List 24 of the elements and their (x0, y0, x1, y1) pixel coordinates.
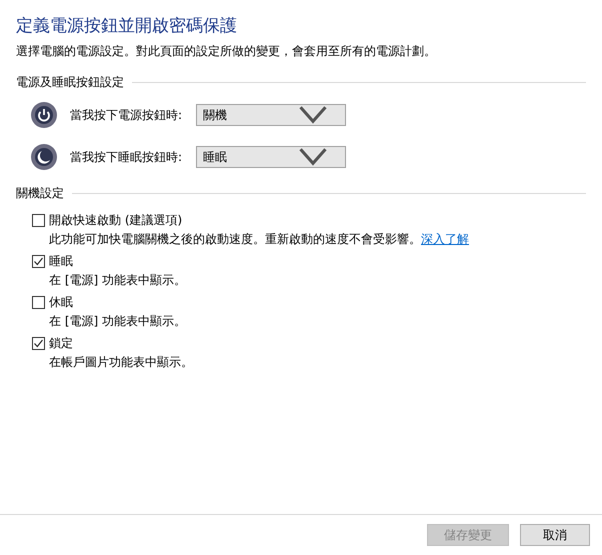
checkbox[interactable] (32, 296, 45, 309)
checkbox[interactable] (32, 214, 45, 227)
page-description: 選擇電腦的電源設定。對此頁面的設定所做的變更，會套用至所有的電源計劃。 (16, 43, 437, 60)
option-label: 休眠 (49, 294, 73, 311)
option-description: 在帳戶圖片功能表中顯示。 (49, 354, 194, 371)
dialog-button[interactable]: 取消 (520, 524, 590, 546)
option-label: 鎖定 (49, 335, 73, 352)
option-description: 在 [電源] 功能表中顯示。 (49, 272, 187, 289)
section-heading: 關機設定 (16, 185, 64, 202)
option-description: 此功能可加快電腦關機之後的啟動速度。重新啟動的速度不會受影響。深入了解 (49, 231, 470, 248)
action-dropdown[interactable]: 睡眠 (196, 146, 346, 168)
option-label: 睡眠 (49, 253, 73, 270)
section-heading: 電源及睡眠按鈕設定 (16, 74, 124, 91)
setting-label: 當我按下睡眠按鈕時: (70, 148, 184, 166)
option-description: 在 [電源] 功能表中顯示。 (49, 313, 187, 330)
setting-label: 當我按下電源按鈕時: (70, 106, 184, 124)
learn-more-link[interactable]: 深入了解 (421, 232, 469, 246)
moon-icon (30, 143, 58, 171)
power-icon (30, 101, 58, 129)
action-dropdown[interactable]: 關機 (196, 104, 346, 126)
checkbox[interactable] (32, 337, 45, 350)
checkbox[interactable] (32, 255, 45, 268)
page-title: 定義電源按鈕並開啟密碼保護 (16, 15, 238, 37)
option-label: 開啟快速啟動 (建議選項) (49, 212, 182, 229)
